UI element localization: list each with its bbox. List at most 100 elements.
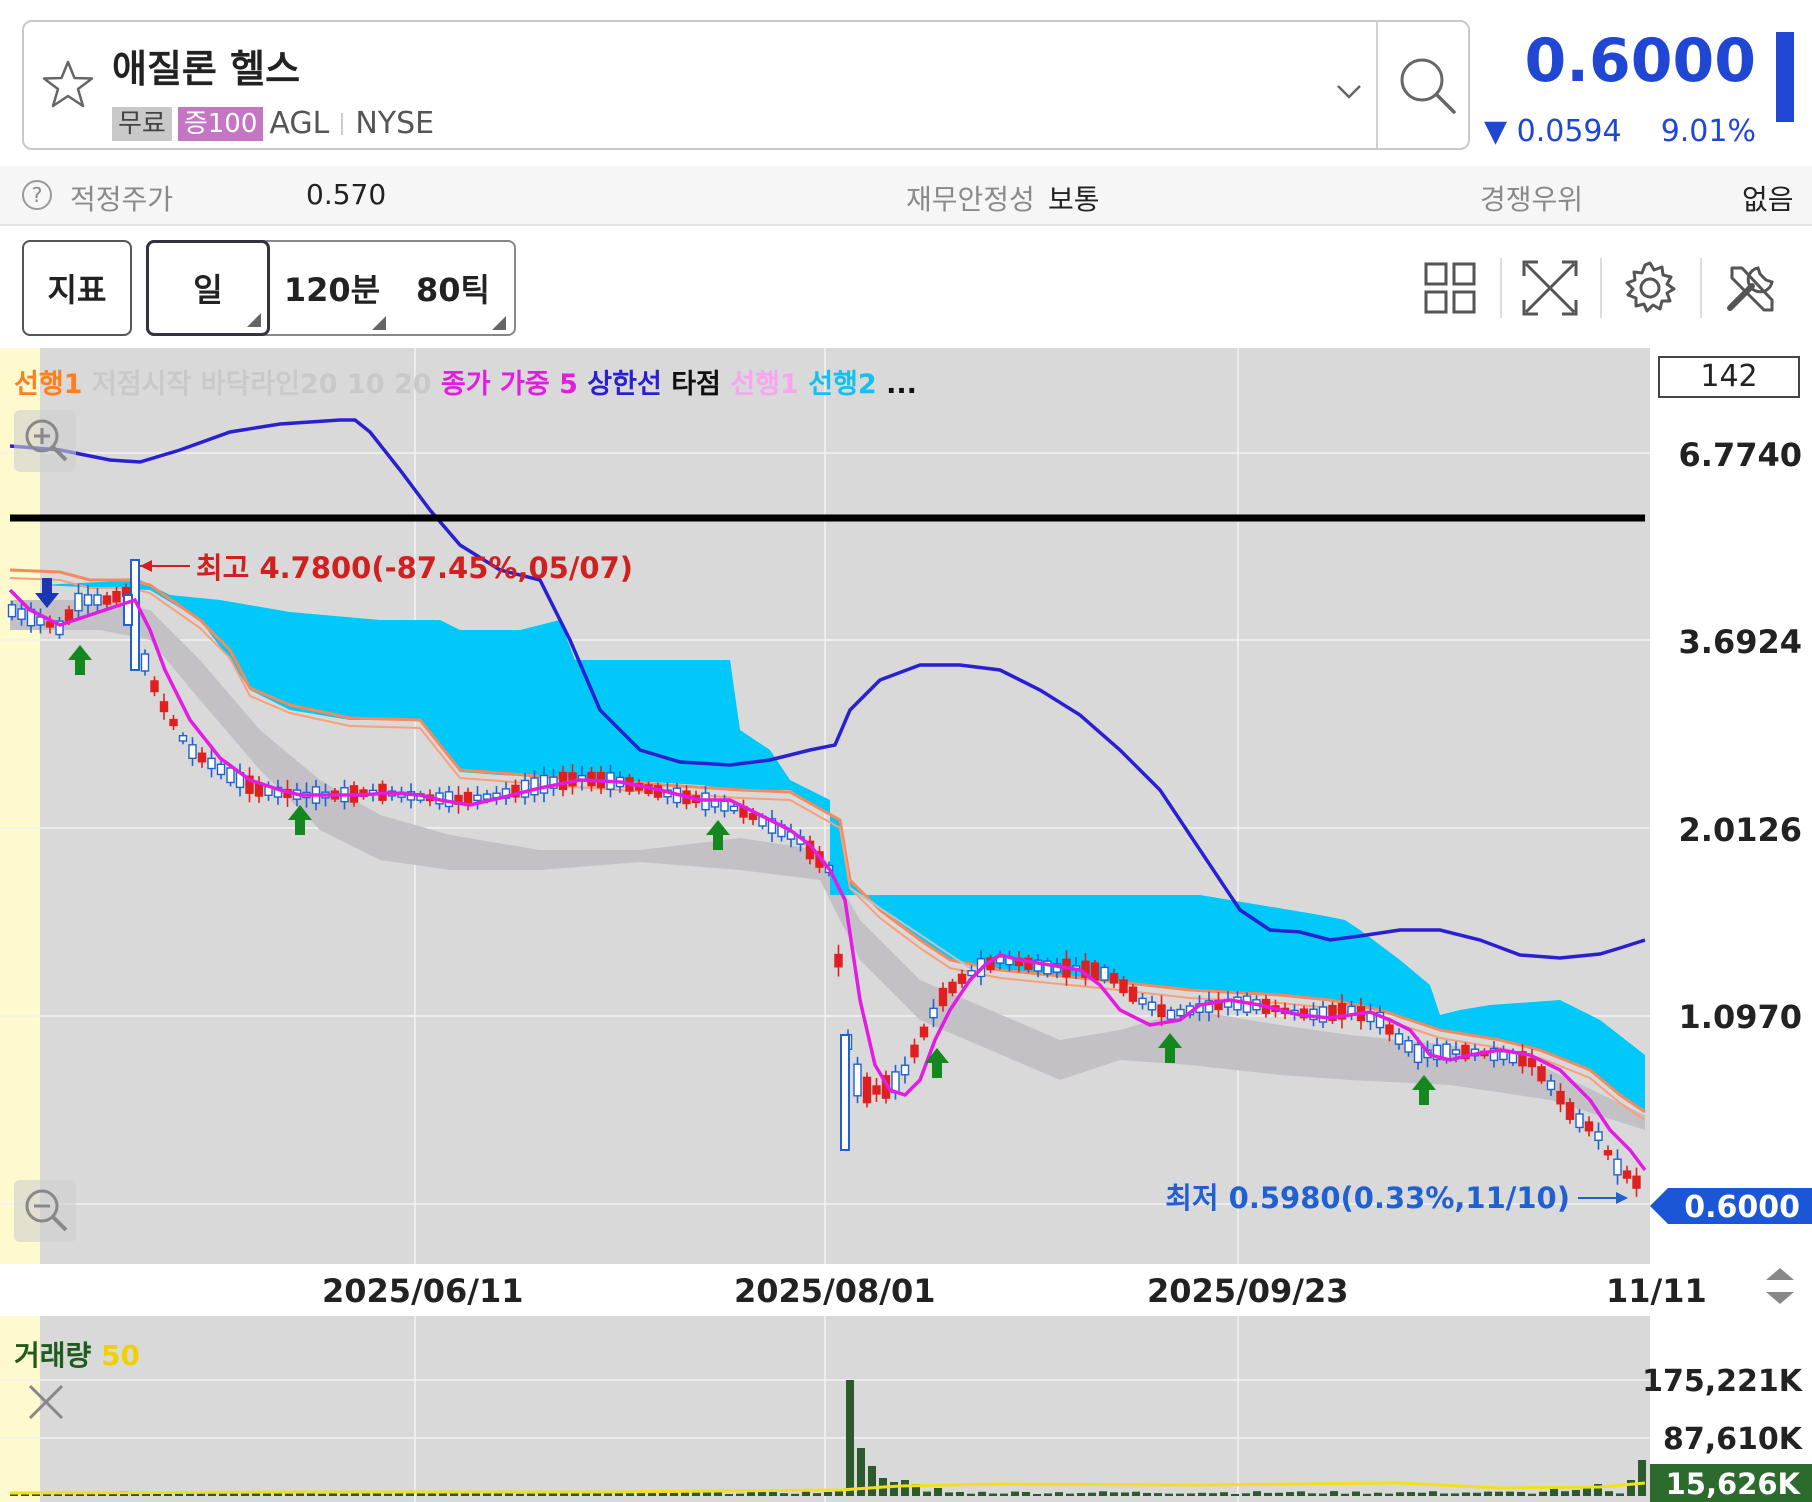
- gear-icon[interactable]: [1620, 258, 1680, 318]
- candle-body: [872, 1085, 881, 1095]
- candle-body: [1613, 1158, 1622, 1176]
- divider: [341, 112, 344, 135]
- candle-body: [1318, 1006, 1328, 1023]
- volume-bar: [1110, 1492, 1118, 1496]
- volume-bar: [1330, 1491, 1338, 1496]
- exchange-label: NYSE: [355, 106, 435, 141]
- indicator-legend[interactable]: 선행1 저점시작 바닥라인20 10 20 종가 가중 5 상한선 타점 선행1…: [14, 362, 917, 401]
- candle-body: [7, 604, 17, 618]
- tools-icon[interactable]: [1722, 258, 1782, 318]
- tab-daily[interactable]: 일: [146, 240, 270, 336]
- stability-label: 재무안정성: [906, 183, 1035, 216]
- y-axis-label: 3.6924: [1678, 623, 1802, 661]
- candle-body: [1157, 1004, 1166, 1018]
- candle-body: [910, 1044, 919, 1058]
- divider: [1500, 258, 1502, 318]
- volume-axis-label: 175,221K: [1642, 1364, 1802, 1399]
- candle-body: [1622, 1170, 1632, 1179]
- y-axis-label: 6.7740: [1678, 436, 1802, 474]
- volume-bar: [890, 1482, 898, 1496]
- volume-bar: [1385, 1493, 1393, 1496]
- volume-bar: [1143, 1492, 1151, 1496]
- x-axis-label: 2025/09/23: [1147, 1272, 1349, 1310]
- candle-body: [530, 777, 539, 796]
- fullscreen-icon[interactable]: [1520, 258, 1580, 318]
- volume-bar: [340, 1493, 348, 1496]
- volume-bar: [923, 1491, 931, 1496]
- indicator-button[interactable]: 지표: [22, 240, 132, 336]
- legend-item: 선행2: [808, 369, 877, 400]
- free-badge: 무료: [112, 106, 172, 141]
- volume-bar: [1638, 1460, 1646, 1496]
- volume-bar: [868, 1466, 876, 1496]
- candle-body: [150, 680, 159, 693]
- search-icon[interactable]: [1392, 50, 1462, 120]
- y-axis-area: [1650, 348, 1812, 1264]
- volume-bar: [736, 1493, 744, 1496]
- star-icon[interactable]: [38, 56, 98, 116]
- candle-body: [169, 718, 178, 727]
- price-chart[interactable]: 최고 4.7800(-87.45%,05/07) 최저 0.5980(0.33%…: [0, 348, 1812, 1502]
- candle-body: [178, 735, 188, 742]
- volume-bar: [516, 1493, 524, 1496]
- candle-body: [83, 594, 93, 606]
- legend-item: 선행1: [730, 369, 799, 400]
- volume-period: 50: [101, 1339, 140, 1372]
- candle-body: [226, 767, 235, 784]
- volume-bar: [1275, 1492, 1283, 1496]
- volume-bar: [384, 1493, 392, 1496]
- tab-80tick[interactable]: 80틱: [394, 240, 512, 336]
- candle-count-box[interactable]: 142: [1658, 356, 1800, 398]
- x-axis-label: 11/11: [1606, 1272, 1707, 1310]
- volume-bar: [1407, 1492, 1415, 1496]
- candle-body: [188, 744, 197, 760]
- candle-body: [1451, 1049, 1461, 1055]
- y-axis-label: 1.0970: [1678, 998, 1802, 1036]
- volume-bar: [1495, 1491, 1503, 1496]
- volume-current-tag-label: 15,626K: [1666, 1467, 1802, 1501]
- volume-bar: [813, 1493, 821, 1496]
- zoom-out-icon[interactable]: [14, 1180, 76, 1242]
- candle-body: [1594, 1131, 1603, 1142]
- volume-bar: [1517, 1491, 1525, 1496]
- high-annotation: 최고 4.7800(-87.45%,05/07): [196, 551, 633, 585]
- volume-bar: [1033, 1493, 1041, 1496]
- volume-bar: [1220, 1492, 1228, 1496]
- candle-body: [929, 1007, 938, 1019]
- volume-bar: [1374, 1492, 1382, 1496]
- volume-bar: [747, 1492, 755, 1496]
- candle-body: [473, 794, 482, 802]
- candle-body: [948, 981, 957, 994]
- volume-bar: [219, 1493, 227, 1496]
- candle-body: [1527, 1057, 1537, 1068]
- volume-bar: [1154, 1493, 1162, 1496]
- volume-bar: [494, 1493, 502, 1496]
- chevron-down-icon[interactable]: [1334, 82, 1364, 102]
- volume-axis-label: 87,610K: [1662, 1422, 1802, 1457]
- valuation-row: ? 적정주가 0.570 재무안정성 보통 경쟁우위 없음: [0, 166, 1812, 226]
- zoom-in-icon[interactable]: [14, 410, 76, 472]
- divider: [1376, 22, 1378, 148]
- candle-body: [720, 800, 729, 812]
- competitive-label: 경쟁우위: [1480, 183, 1584, 216]
- volume-bar: [1572, 1490, 1580, 1496]
- volume-legend[interactable]: 거래량 50: [14, 1334, 140, 1374]
- volume-bar: [802, 1491, 810, 1496]
- candle-body: [1575, 1113, 1584, 1129]
- candle-body: [444, 791, 454, 808]
- candle-body: [1413, 1043, 1423, 1064]
- volume-bar: [1440, 1493, 1448, 1496]
- stability-value: 보통: [1048, 183, 1100, 216]
- candle-body: [1100, 966, 1109, 981]
- candle-body: [539, 774, 549, 794]
- layout-grid-icon[interactable]: [1420, 258, 1480, 318]
- x-axis-label: 2025/08/01: [734, 1272, 936, 1310]
- legend-more[interactable]: ...: [886, 369, 917, 400]
- volume-bar: [527, 1493, 535, 1496]
- help-icon[interactable]: ?: [22, 180, 52, 210]
- stock-search-box[interactable]: 애질론 헬스 무료 증100 AGL NYSE: [22, 20, 1470, 150]
- tab-120min[interactable]: 120분: [272, 240, 392, 336]
- volume-bar: [1286, 1492, 1294, 1496]
- volume-bar: [1473, 1492, 1481, 1496]
- volume-bar: [1253, 1491, 1261, 1496]
